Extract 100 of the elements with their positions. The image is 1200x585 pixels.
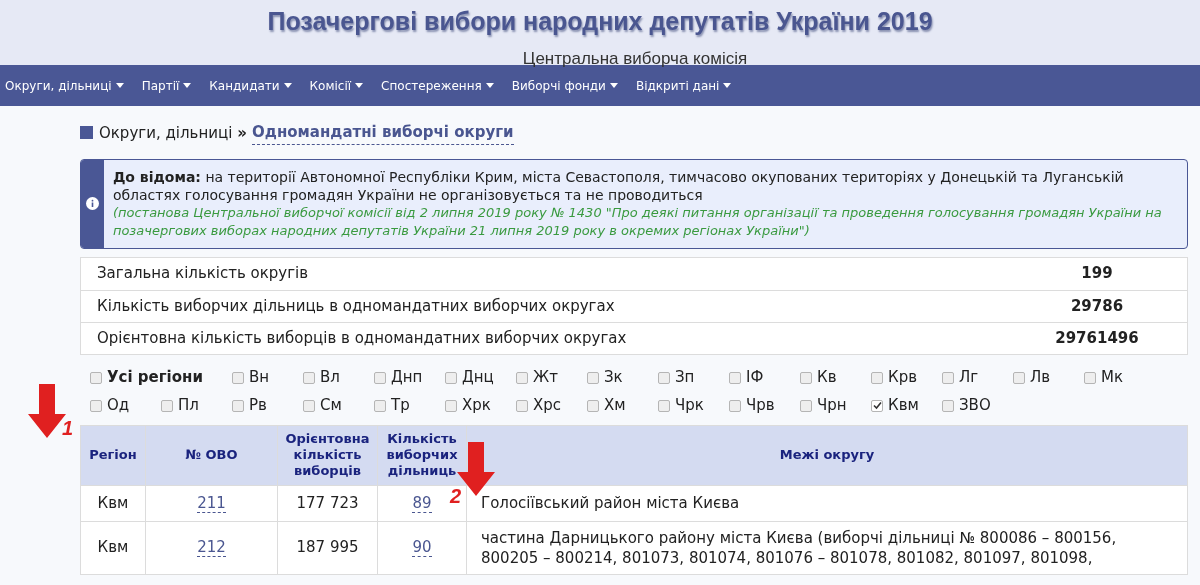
district-link[interactable]: 211 xyxy=(197,493,226,513)
nav-menu-item[interactable]: Комісії xyxy=(309,76,364,95)
region-label: ЗВО xyxy=(959,395,991,417)
checkbox[interactable] xyxy=(516,371,528,384)
stat-value: 199 xyxy=(1080,263,1114,285)
region-label: ІФ xyxy=(746,367,764,389)
caret-icon xyxy=(115,83,124,88)
checkbox[interactable] xyxy=(303,371,315,384)
stations-link[interactable]: 90 xyxy=(412,538,432,558)
region-label: Днп xyxy=(391,367,423,389)
checkbox[interactable] xyxy=(445,399,457,412)
region-label: Вл xyxy=(320,367,340,389)
nav-menu-item[interactable]: Виборчі фонди xyxy=(511,76,618,95)
column-header: № ОВО xyxy=(145,425,278,485)
region-label: Од xyxy=(107,395,130,417)
region-label: Квм xyxy=(888,395,919,417)
checkbox[interactable] xyxy=(800,399,812,412)
region-label: Вн xyxy=(249,367,270,389)
check-icon xyxy=(872,401,882,410)
district-link[interactable]: 212 xyxy=(197,538,226,558)
column-header: Орієнтовна кількість виборців xyxy=(277,425,378,485)
nav-menu-item[interactable]: Партії xyxy=(141,76,192,95)
nav-menu-item[interactable]: Відкриті дані xyxy=(635,76,732,95)
caret-icon xyxy=(283,83,292,88)
region-label: Чрн xyxy=(817,395,847,417)
district-bounds-text: Голосіївський район міста Києва xyxy=(481,493,741,513)
checkbox[interactable] xyxy=(800,371,812,384)
notice-text: До відома: на території Автономної Республіки Крим, міста Севастополя, тимчасово окупованих територіях у Донецькій та Луганській областях голосування громадян України не організовується та не проводиться xyxy=(112,167,1125,204)
caret-icon xyxy=(183,83,192,88)
region-label: Усі регіони xyxy=(107,367,203,389)
stations-link[interactable]: 89 xyxy=(412,493,432,513)
checkbox[interactable] xyxy=(445,371,457,384)
region-label: Рв xyxy=(249,395,267,417)
region-label: Хрк xyxy=(462,395,491,417)
annotation-number: 2 xyxy=(450,485,462,506)
region-label: Мк xyxy=(1101,367,1123,389)
stat-label: Кількість виборчих дільниць в одномандатних виборчих округах xyxy=(96,295,616,317)
stat-value: 29761496 xyxy=(1054,327,1140,349)
checkbox[interactable] xyxy=(232,371,244,384)
checkbox[interactable] xyxy=(658,399,670,412)
checkbox[interactable] xyxy=(587,371,599,384)
checkbox[interactable] xyxy=(729,371,741,384)
column-header: Регіон xyxy=(80,425,146,485)
breadcrumb-link[interactable]: Округи, дільниці xyxy=(99,121,233,144)
checkbox[interactable] xyxy=(161,399,173,412)
region-label: Хм xyxy=(604,395,626,417)
checkbox[interactable] xyxy=(232,399,244,412)
region-label: Лг xyxy=(959,367,979,389)
region-label: Зп xyxy=(675,367,695,389)
district-bounds-text: частина Дарницького району міста Києва (виборчі дільниці № 800086 – 800156, xyxy=(481,527,1118,548)
region-label: Тр xyxy=(391,395,410,417)
checkbox[interactable] xyxy=(658,371,670,384)
checkbox[interactable] xyxy=(942,371,954,384)
checkbox[interactable] xyxy=(303,399,315,412)
district-bounds-text: 800205 – 800214, 801073, 801074, 801076 – 801078, 801082, 801097, 801098, xyxy=(481,547,1094,568)
stat-label: Орієнтовна кількість виборців в одномандатних виборчих округах xyxy=(96,327,628,349)
stat-label: Загальна кількість округів xyxy=(96,263,310,285)
caret-icon xyxy=(355,83,364,88)
square-icon xyxy=(80,126,93,140)
region-label: Зк xyxy=(604,367,623,389)
region-label: Чрв xyxy=(746,395,775,417)
site-subtitle: Центральна виборча комісія xyxy=(522,47,748,70)
checkbox[interactable] xyxy=(942,399,954,412)
checkbox[interactable] xyxy=(871,371,883,384)
checkbox[interactable] xyxy=(729,399,741,412)
table-cell: 187 995 xyxy=(277,521,378,574)
table-cell: Квм xyxy=(80,521,146,574)
column-header: Межі округу xyxy=(466,425,1188,485)
caret-icon xyxy=(485,83,494,88)
region-label: Чрк xyxy=(675,395,704,417)
checkbox[interactable] xyxy=(90,371,102,384)
checkbox[interactable] xyxy=(516,399,528,412)
region-label: Крв xyxy=(888,367,917,389)
caret-icon xyxy=(723,83,732,88)
checkbox[interactable] xyxy=(871,399,883,412)
table-cell: 177 723 xyxy=(277,485,378,521)
region-label: Лв xyxy=(1030,367,1051,389)
checkbox[interactable] xyxy=(374,371,386,384)
region-label: См xyxy=(320,395,342,417)
info-icon xyxy=(85,197,99,210)
region-label: Жт xyxy=(533,367,558,389)
checkbox[interactable] xyxy=(90,399,102,412)
notice-note: (постанова Центральної виборчої комісії від 2 липня 2019 року № 1430 "Про деякі питання організації та проведення голосування громадян України на позачергових виборах народних депутатів України 21 липня 2019 року в окремих регіонах України") xyxy=(112,203,1163,240)
region-label: Днц xyxy=(462,367,494,389)
site-title: Позачергові вибори народних депутатів України 2019 xyxy=(267,6,933,37)
region-label: Кв xyxy=(817,367,837,389)
annotation-number: 1 xyxy=(62,418,74,438)
checkbox[interactable] xyxy=(1084,371,1096,384)
nav-menu-item[interactable]: Спостереження xyxy=(381,76,494,95)
stat-value: 29786 xyxy=(1069,295,1125,317)
checkbox[interactable] xyxy=(374,399,386,412)
nav-menu-item[interactable]: Кандидати xyxy=(209,76,292,95)
checkbox[interactable] xyxy=(1013,371,1025,384)
checkbox[interactable] xyxy=(587,399,599,412)
region-label: Пл xyxy=(178,395,199,417)
breadcrumb-separator: » xyxy=(237,122,248,144)
region-label: Хрс xyxy=(533,395,562,417)
breadcrumb-current[interactable]: Одномандатні виборчі округи xyxy=(252,121,514,145)
table-cell: Квм xyxy=(80,485,146,521)
nav-menu-item[interactable]: Округи, дільниці xyxy=(5,76,124,95)
